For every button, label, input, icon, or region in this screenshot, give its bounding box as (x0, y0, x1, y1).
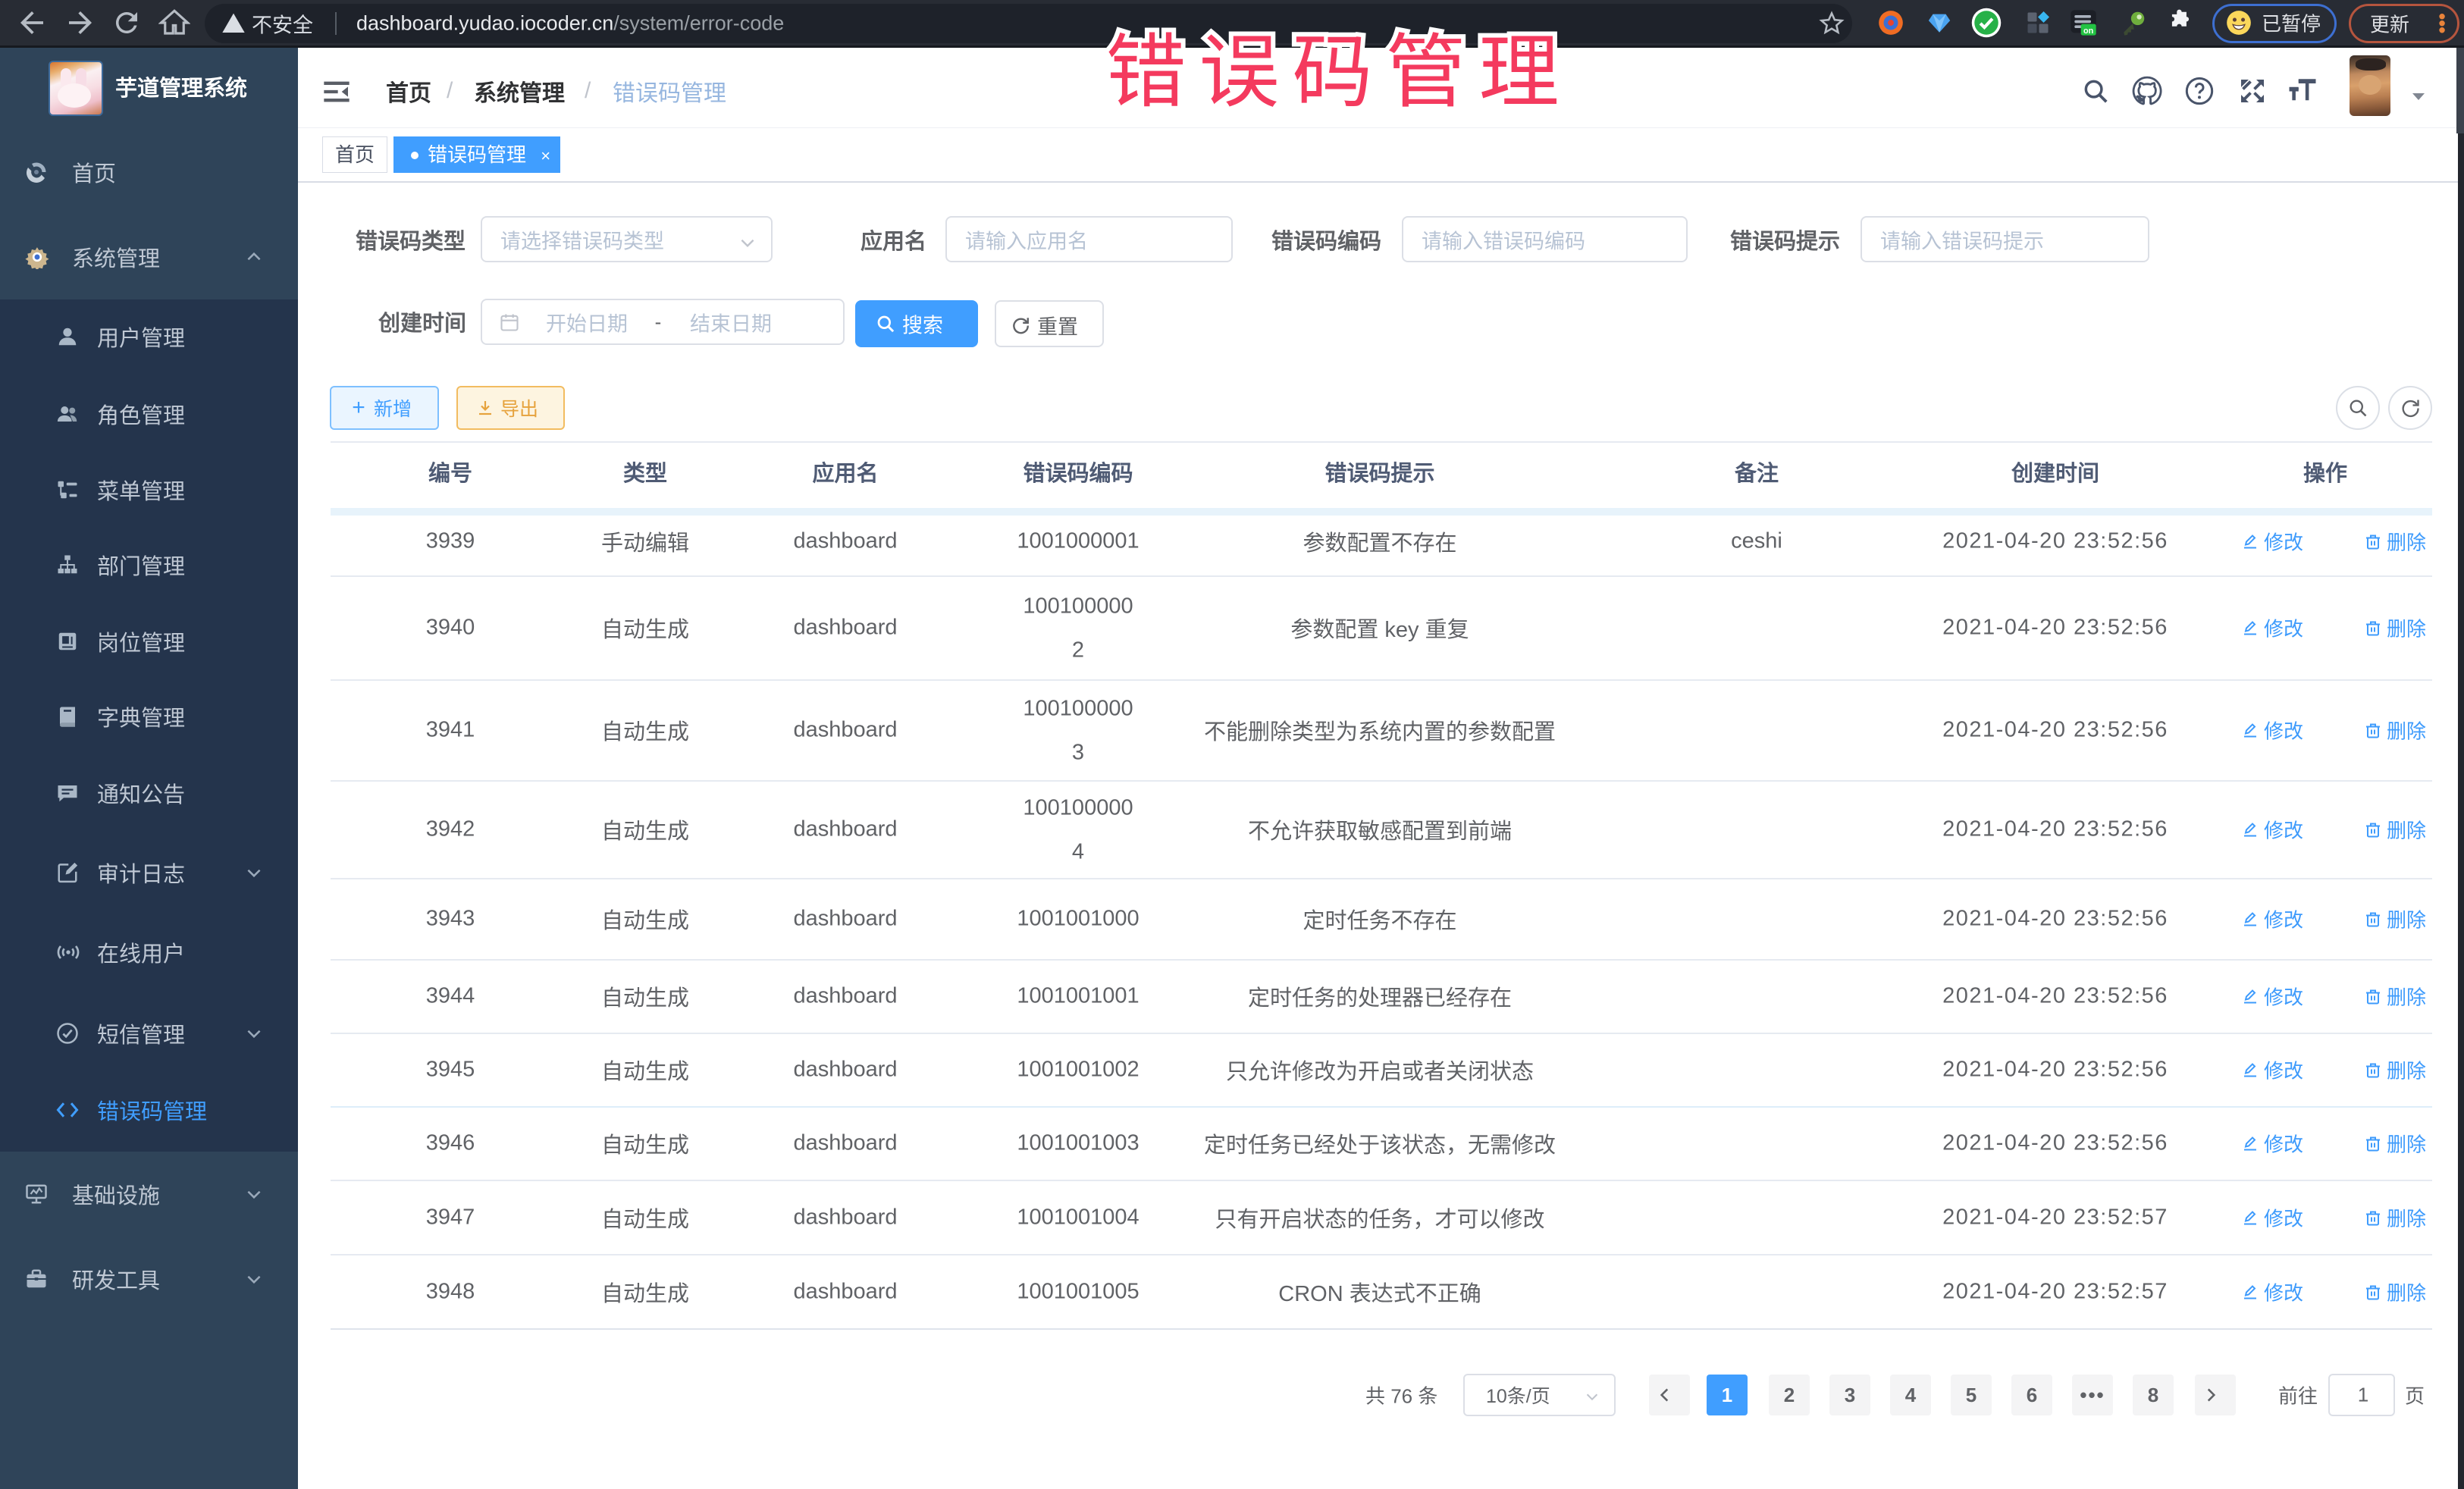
svg-text:on: on (2083, 27, 2093, 36)
